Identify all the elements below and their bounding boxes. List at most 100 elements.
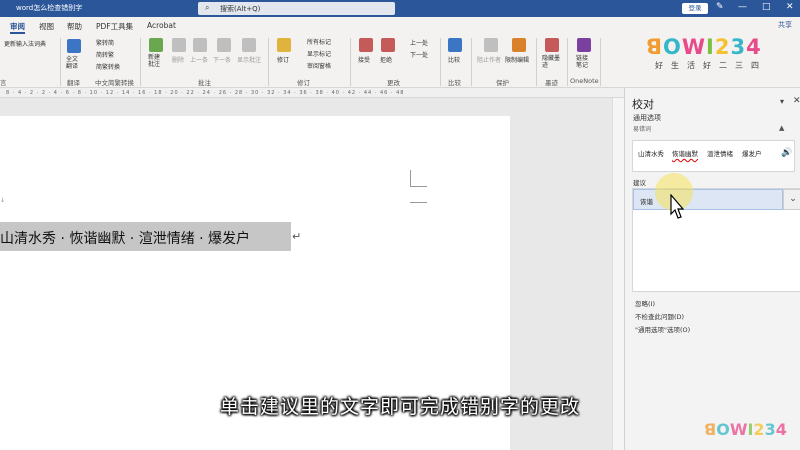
accept-button[interactable]: 接受 xyxy=(358,55,370,64)
pane-title: 校对 xyxy=(632,98,654,111)
restrict-editing-button[interactable]: 限制编辑 xyxy=(505,55,529,64)
suggestion-list: 诙谐 ⌄ xyxy=(632,188,800,292)
close-icon[interactable]: ✕ xyxy=(786,2,794,12)
simp-to-trad-button[interactable]: 简转繁 xyxy=(96,50,114,59)
separator xyxy=(600,38,601,86)
compare-button[interactable]: 比较 xyxy=(448,55,460,64)
document-text[interactable]: 山清水秀 · 恢谐幽默 · 渲泄情绪 · 爆发户 xyxy=(0,228,250,248)
title-bar: word怎么检查错别字 ⌕ 搜索(Alt+Q) 登录 ✎ — □ ✕ xyxy=(0,0,800,17)
delete-comment-icon xyxy=(172,38,186,52)
pane-close-icon[interactable]: ✕ xyxy=(793,96,800,106)
context-error-word: 恢谐幽默 xyxy=(672,150,698,158)
show-markup-button[interactable]: 显示标记 xyxy=(307,49,331,58)
prev-comment-button[interactable]: 上一条 xyxy=(190,55,208,64)
restrict-editing-icon xyxy=(512,38,526,52)
suggestion-label: 建议 xyxy=(633,179,646,187)
logo-letter: 2 xyxy=(714,35,731,59)
suggestion-text: 诙谐 xyxy=(640,198,653,206)
update-ime-dictionary[interactable]: 更新输入法词典 xyxy=(4,39,46,48)
brand-logo: ꓭOWI234 好生活好二三四 xyxy=(646,35,776,75)
translate-button[interactable]: 全文翻译 xyxy=(66,56,82,70)
logo-slogan: 好生活好二三四 xyxy=(655,61,767,70)
group-label-comments: 批注 xyxy=(198,79,211,87)
track-changes-button[interactable]: 修订 xyxy=(277,55,289,64)
ignore-button[interactable]: 忽略(I) xyxy=(635,298,655,308)
margin-corner-top xyxy=(410,202,427,203)
compare-icon xyxy=(448,38,462,52)
pane-options-icon[interactable]: ▾ xyxy=(780,97,784,106)
logo-letter: 3 xyxy=(730,35,747,59)
logo-letter: I xyxy=(706,35,715,59)
tab-pdf-tools[interactable]: PDF工具集 xyxy=(96,21,133,32)
group-label-chinese: 中文简繁转换 xyxy=(95,79,134,87)
trad-to-simp-button[interactable]: 繁转简 xyxy=(96,38,114,47)
tab-help[interactable]: 帮助 xyxy=(67,21,82,32)
reject-icon xyxy=(381,38,395,52)
accept-icon xyxy=(359,38,373,52)
next-change-button[interactable]: 下一处 xyxy=(410,50,428,59)
logo-letter: O xyxy=(663,35,682,59)
maximize-icon[interactable]: □ xyxy=(762,2,771,12)
group-label-language: 言 xyxy=(0,79,7,87)
new-comment-icon xyxy=(149,38,163,52)
search-box[interactable]: ⌕ 搜索(Alt+Q) xyxy=(198,2,395,15)
dont-check-button[interactable]: 不检查此问题(D) xyxy=(635,311,684,321)
separator xyxy=(140,38,141,86)
paragraph-marker: ↓ xyxy=(0,197,6,204)
all-markup-select[interactable]: 所有标记 xyxy=(307,37,331,46)
context-box: 山清水秀 恢谐幽默 渲泄情绪 爆发户 🔊 xyxy=(632,140,795,172)
separator xyxy=(350,38,351,86)
separator xyxy=(60,38,61,86)
logo-letter: ꓭ xyxy=(646,35,664,59)
tab-acrobat[interactable]: Acrobat xyxy=(147,21,176,30)
show-comments-button[interactable]: 显示批注 xyxy=(237,55,261,64)
group-label-ink: 墨迹 xyxy=(545,79,558,87)
section-title: 通用选项 xyxy=(633,114,661,122)
context-word: 渲泄情绪 xyxy=(707,150,733,158)
onenote-icon xyxy=(577,38,591,52)
new-comment-button[interactable]: 新建批注 xyxy=(148,54,162,68)
logo-letter: O xyxy=(716,420,730,439)
horizontal-ruler: 8 · 4 · 2 · 2 · 4 · 6 · 8 · 10 · 12 · 14… xyxy=(0,88,624,98)
group-label-protect: 保护 xyxy=(496,79,509,87)
logo-wordmark: ꓭOWI234 xyxy=(646,35,762,59)
show-comments-icon xyxy=(242,38,256,52)
separator xyxy=(536,38,537,86)
tab-view[interactable]: 视图 xyxy=(39,21,54,32)
separator xyxy=(567,38,568,86)
search-placeholder: 搜索(Alt+Q) xyxy=(220,5,261,13)
translate-icon xyxy=(67,39,81,53)
chevron-down-icon[interactable]: ⌄ xyxy=(783,189,800,210)
trad-simp-convert-button[interactable]: 简繁转换 xyxy=(96,62,120,71)
options-link[interactable]: "通用选项"选项(O) xyxy=(635,324,690,334)
speaker-icon[interactable]: 🔊 xyxy=(781,148,792,158)
group-label-compare: 比较 xyxy=(448,79,461,87)
previous-change-button[interactable]: 上一处 xyxy=(410,38,428,47)
context-word: 山清水秀 xyxy=(638,150,664,158)
next-comment-button[interactable]: 下一条 xyxy=(213,55,231,64)
group-label-onenote: OneNote xyxy=(570,77,599,85)
ruler-marks: 8 · 4 · 2 · 2 · 4 · 6 · 8 · 10 · 12 · 14… xyxy=(6,90,405,96)
lightbulb-icon[interactable]: ✎ xyxy=(716,2,724,12)
group-label-changes: 更改 xyxy=(387,79,400,87)
reject-button[interactable]: 拒绝 xyxy=(380,55,392,64)
video-subtitle: 单击建议里的文字即可完成错别字的更改 xyxy=(219,396,580,418)
hide-ink-button[interactable]: 隐藏墨迹 xyxy=(542,55,562,69)
share-button[interactable]: 共享 xyxy=(778,20,792,30)
reviewing-pane-button[interactable]: 审阅窗格 xyxy=(307,61,331,70)
minimize-icon[interactable]: — xyxy=(738,2,747,12)
block-authors-button[interactable]: 阻止作者 xyxy=(477,55,501,64)
error-type: 易错词 xyxy=(633,126,652,133)
login-button[interactable]: 登录 xyxy=(682,3,708,14)
watermark-logo: ꓭOWI234 xyxy=(704,420,787,439)
collapse-icon[interactable]: ▲ xyxy=(779,124,784,132)
logo-letter: W xyxy=(681,35,707,59)
group-label-translate: 翻译 xyxy=(67,79,80,87)
tab-review[interactable]: 审阅 xyxy=(10,21,25,34)
separator xyxy=(440,38,441,86)
delete-comment-button[interactable]: 删除 xyxy=(172,55,184,64)
logo-letter: ꓭ xyxy=(704,420,717,439)
logo-letter: 4 xyxy=(775,420,787,439)
group-label-tracking: 修订 xyxy=(297,79,310,87)
linked-notes-button[interactable]: 链接笔记 xyxy=(576,55,592,69)
